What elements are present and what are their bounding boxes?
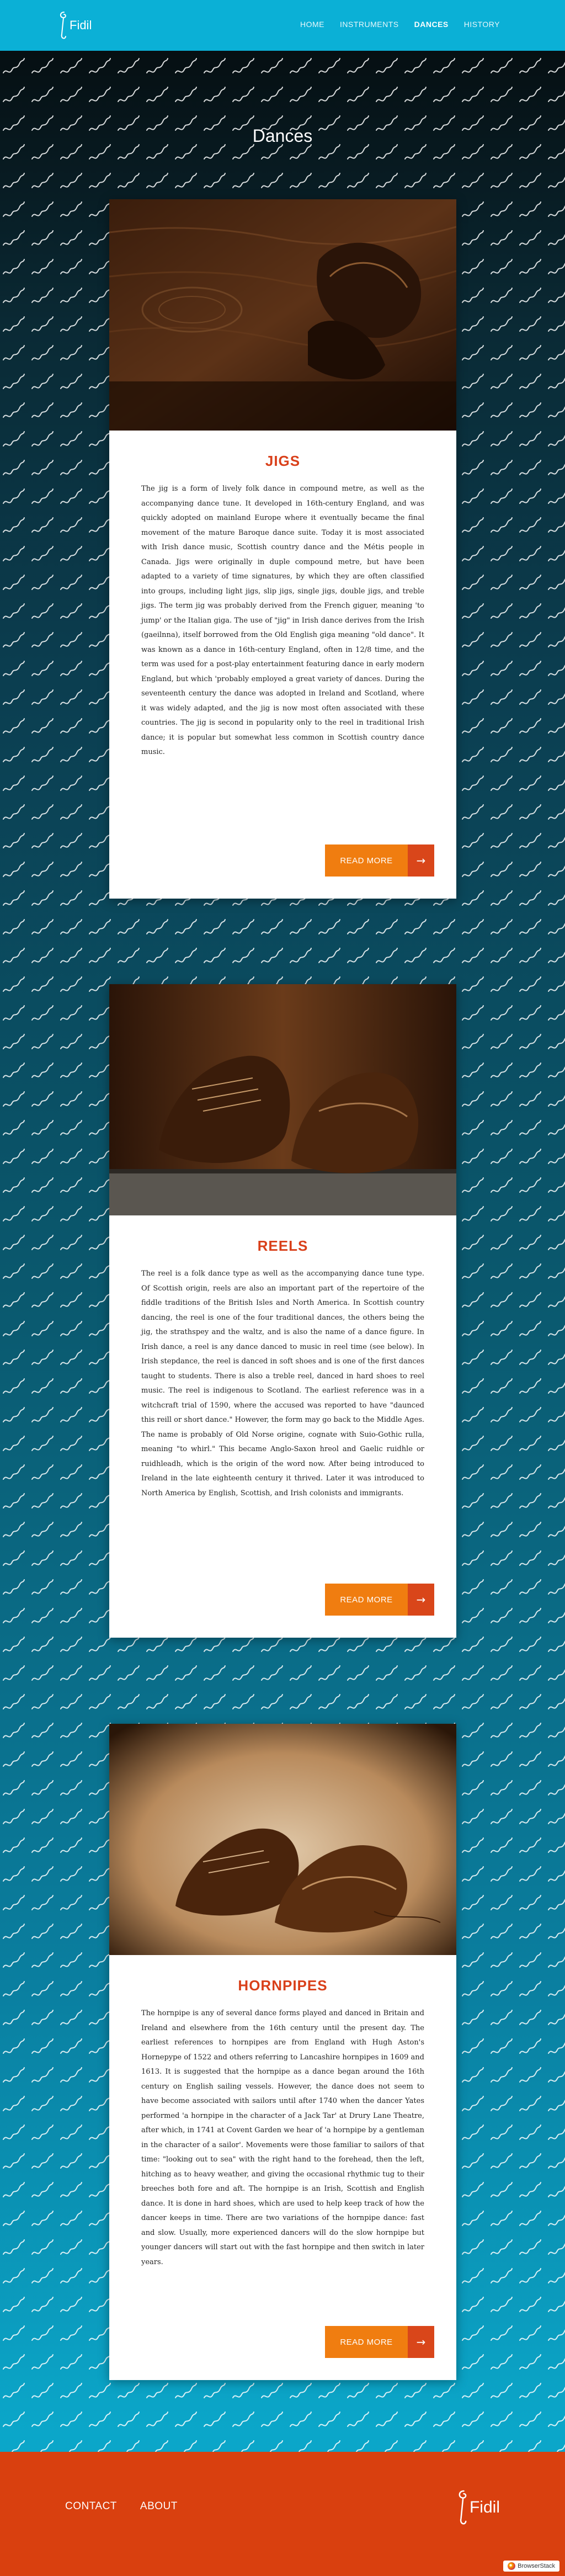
dance-title: JIGS	[265, 453, 301, 469]
main-nav: HOME INSTRUMENTS DANCES HISTORY	[300, 20, 500, 29]
dance-card-jigs: JIGS The jig is a form of lively folk da…	[109, 199, 456, 899]
nav-home[interactable]: HOME	[300, 20, 324, 29]
read-more-button[interactable]: READ MORE →	[325, 2326, 434, 2358]
site-logo[interactable]: Fidil	[57, 9, 92, 42]
footer-logo-text: Fidil	[469, 2498, 500, 2516]
nav-instruments[interactable]: INSTRUMENTS	[340, 20, 399, 29]
dance-title: HORNPIPES	[238, 1977, 328, 1994]
arrow-right-icon: →	[408, 844, 434, 877]
dance-card-hornpipes: HORNPIPES The hornpipe is any of several…	[109, 1724, 456, 2380]
site-header: Fidil HOME INSTRUMENTS DANCES HISTORY	[0, 0, 565, 51]
read-more-label: READ MORE	[325, 1584, 408, 1616]
fiddle-scroll-icon	[459, 2490, 467, 2525]
arrow-right-icon: →	[408, 2326, 434, 2358]
nav-history[interactable]: HISTORY	[464, 20, 500, 29]
footer-link-about[interactable]: ABOUT	[140, 2500, 178, 2513]
jigs-shoes-image	[109, 199, 456, 431]
dance-description: The hornpipe is any of several dance for…	[141, 2009, 424, 2266]
dance-card-reels: REELS The reel is a folk dance type as w…	[109, 984, 456, 1638]
read-more-button[interactable]: READ MORE →	[325, 1584, 434, 1616]
nav-dances[interactable]: DANCES	[414, 20, 449, 29]
dance-title: REELS	[257, 1237, 308, 1254]
browserstack-badge: BrowserStack	[503, 2561, 559, 2572]
read-more-button[interactable]: READ MORE →	[325, 844, 434, 877]
read-more-label: READ MORE	[325, 2326, 408, 2358]
badge-label: BrowserStack	[518, 2563, 555, 2569]
dance-description: The jig is a form of lively folk dance i…	[141, 485, 424, 756]
logo-text: Fidil	[70, 18, 92, 32]
hornpipes-shoes-image	[109, 1724, 456, 1955]
browserstack-logo-icon	[508, 2562, 516, 2570]
read-more-label: READ MORE	[325, 844, 408, 877]
footer-link-contact[interactable]: CONTACT	[65, 2500, 117, 2513]
footer-nav: CONTACT ABOUT	[65, 2500, 178, 2513]
page-title: Dances	[252, 126, 313, 146]
reels-shoes-image	[109, 984, 456, 1215]
arrow-right-icon: →	[408, 1584, 434, 1616]
footer-logo[interactable]: Fidil	[455, 2488, 500, 2527]
site-footer: CONTACT ABOUT Fidil BrowserStack	[0, 2452, 565, 2576]
dance-description: The reel is a folk dance type as well as…	[141, 1270, 424, 1497]
fiddle-scroll-icon	[60, 12, 66, 39]
